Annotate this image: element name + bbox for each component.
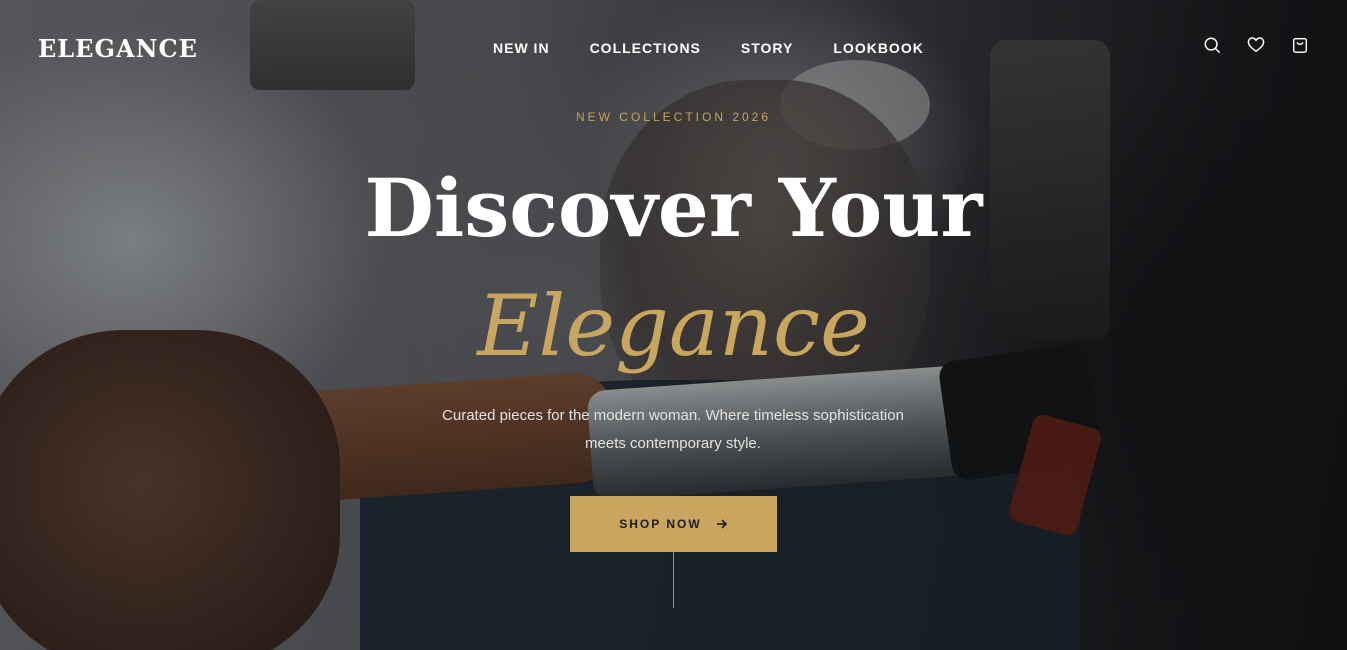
shop-now-button[interactable]: SHOP NOW [570, 496, 777, 552]
hero-content: NEW COLLECTION 2026 Discover Your Elegan… [0, 0, 1347, 650]
hero-title-line2: Elegance [477, 277, 870, 375]
hero-subtitle: Curated pieces for the modern woman. Whe… [442, 407, 904, 452]
shop-now-label: SHOP NOW [619, 517, 702, 531]
scroll-indicator-line [673, 552, 674, 608]
hero-eyebrow: NEW COLLECTION 2026 [575, 110, 772, 124]
arrow-right-icon [716, 519, 727, 529]
hero-title-line1: Discover Your [364, 161, 983, 255]
